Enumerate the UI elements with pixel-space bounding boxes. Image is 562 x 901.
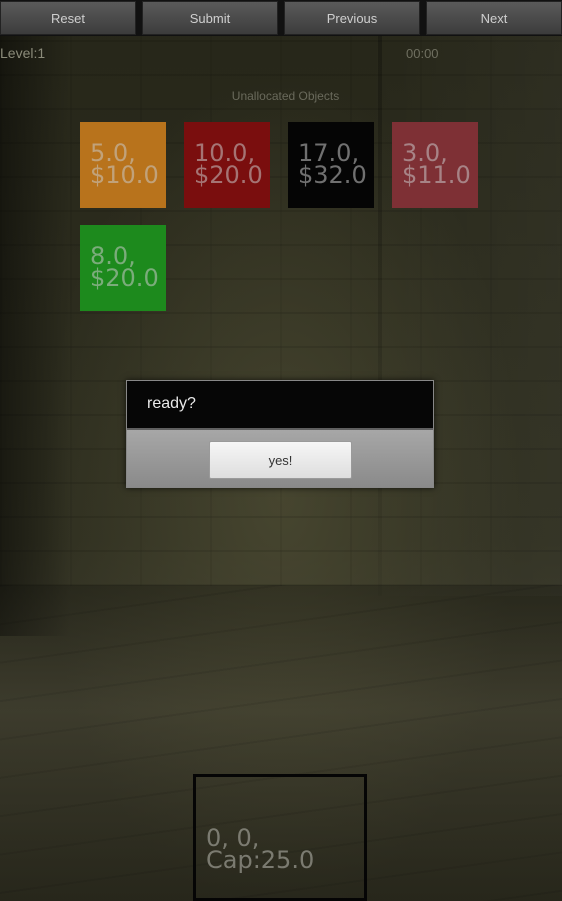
dialog-button-bar: yes! xyxy=(127,428,433,487)
submit-button[interactable]: Submit xyxy=(142,1,278,35)
top-toolbar: Reset Submit Previous Next xyxy=(0,0,562,36)
dialog-message: ready? xyxy=(127,381,433,428)
ready-dialog: ready? yes! xyxy=(126,380,434,488)
knapsack-capacity: Cap:25.0 xyxy=(206,846,315,874)
reset-button[interactable]: Reset xyxy=(0,1,136,35)
object-tile[interactable]: 8.0, $20.0 xyxy=(80,225,166,311)
game-screen: Reset Submit Previous Next Level:1 00:00… xyxy=(0,0,562,901)
wall-corner xyxy=(378,36,382,596)
object-tile[interactable]: 3.0, $11.0 xyxy=(392,122,478,208)
next-button[interactable]: Next xyxy=(426,1,562,35)
object-value: $10.0 xyxy=(90,161,159,189)
timer-label: 00:00 xyxy=(406,46,439,61)
previous-button[interactable]: Previous xyxy=(284,1,420,35)
object-value: $20.0 xyxy=(194,161,263,189)
wall-right-shade xyxy=(362,36,562,596)
object-value: $11.0 xyxy=(402,161,471,189)
object-value: $32.0 xyxy=(298,161,367,189)
object-value: $20.0 xyxy=(90,264,159,292)
knapsack-label: 0, 0, Cap:25.0 xyxy=(206,826,315,874)
knapsack-box[interactable]: 0, 0, Cap:25.0 xyxy=(193,774,367,901)
unallocated-objects-title: Unallocated Objects xyxy=(231,89,340,103)
object-tile[interactable]: 17.0, $32.0 xyxy=(288,122,374,208)
level-label: Level:1 xyxy=(0,45,46,61)
wall-left-shadow xyxy=(0,36,70,636)
object-tile[interactable]: 10.0, $20.0 xyxy=(184,122,270,208)
yes-button[interactable]: yes! xyxy=(209,441,352,479)
object-tile[interactable]: 5.0, $10.0 xyxy=(80,122,166,208)
